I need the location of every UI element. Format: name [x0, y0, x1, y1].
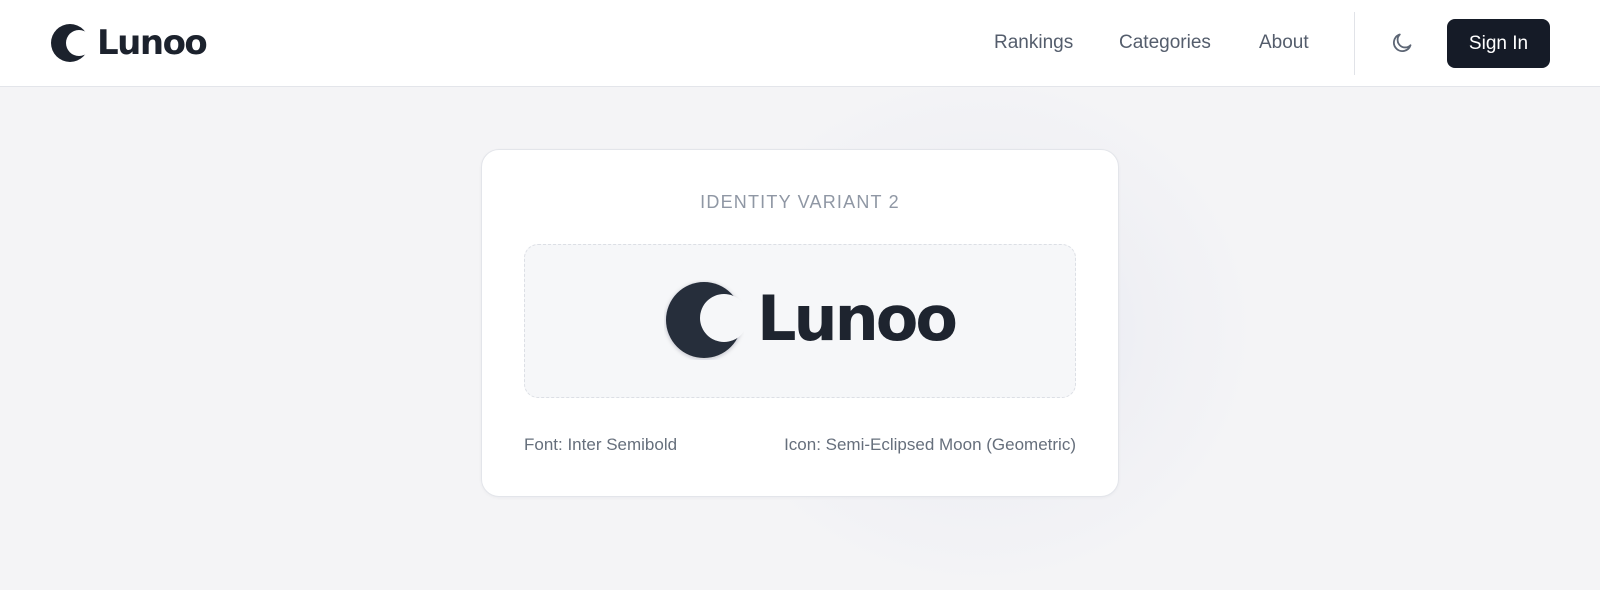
logo-preview: Lunoo [524, 244, 1076, 398]
nav-divider [1354, 12, 1355, 75]
crescent-moon-icon [51, 24, 89, 62]
brand-name: Lunoo [97, 23, 208, 63]
sign-in-button[interactable]: Sign In [1447, 19, 1550, 68]
identity-variant-card: IDENTITY VARIANT 2 Lunoo Font: Inter Sem… [481, 149, 1119, 497]
brand-logo[interactable]: Lunoo [50, 21, 208, 65]
nav-link-rankings[interactable]: Rankings [994, 29, 1073, 57]
preview-brand-name: Lunoo [757, 282, 958, 355]
semi-eclipsed-moon-icon [666, 282, 742, 358]
nav-link-about[interactable]: About [1259, 29, 1309, 57]
icon-label: Icon: Semi-Eclipsed Moon (Geometric) [784, 435, 1076, 454]
variant-title: IDENTITY VARIANT 2 [700, 192, 900, 212]
theme-toggle-button[interactable] [1387, 28, 1417, 58]
top-navbar: Lunoo Rankings Categories About Sign In [0, 0, 1600, 87]
nav-link-categories[interactable]: Categories [1119, 29, 1211, 57]
moon-icon [1393, 33, 1412, 52]
font-label: Font: Inter Semibold [524, 435, 678, 454]
